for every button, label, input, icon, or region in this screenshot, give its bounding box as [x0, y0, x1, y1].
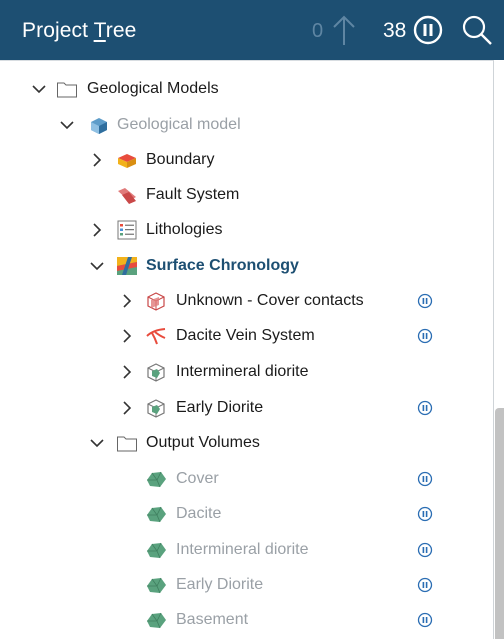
tree-item-label: Lithologies	[146, 221, 223, 238]
tree-row-dacite[interactable]: Dacite	[0, 499, 493, 529]
scrollbar-thumb[interactable]	[495, 408, 504, 639]
tree-row-fault-system[interactable]: Fault System	[0, 180, 493, 210]
chevron-right-icon[interactable]	[120, 401, 134, 415]
volume-icon	[147, 506, 166, 523]
tree-row-cover[interactable]: Cover	[0, 464, 493, 494]
upload-arrow-icon[interactable]	[331, 13, 357, 47]
fault-system-icon	[118, 188, 136, 204]
task-count: 38	[383, 19, 407, 42]
contact-surface-icon	[147, 292, 165, 311]
pause-icon[interactable]	[417, 542, 433, 558]
tree-row-dacite-vein-system[interactable]: Dacite Vein System	[0, 321, 493, 351]
folder-icon	[117, 436, 137, 452]
upload-count: 0	[312, 20, 324, 42]
chevron-right-icon[interactable]	[120, 294, 134, 308]
tree-item-label: Cover	[176, 470, 219, 487]
tree-row-basement[interactable]: Basement	[0, 605, 493, 635]
chevron-down-icon[interactable]	[32, 82, 46, 96]
tree-item-label: Boundary	[146, 151, 215, 168]
search-icon[interactable]	[460, 13, 494, 47]
intrusion-icon	[147, 363, 165, 382]
project-tree-header: Project Tree 0 38	[0, 0, 504, 60]
pause-icon[interactable]	[417, 506, 433, 522]
tree-row-output-volumes[interactable]: Output Volumes	[0, 428, 493, 458]
tree-row-surface-chronology[interactable]: Surface Chronology	[0, 251, 493, 281]
tree-item-label: Dacite	[176, 505, 222, 522]
tree-item-label: Intermineral diorite	[176, 541, 309, 558]
tree-row-lithologies[interactable]: Lithologies	[0, 215, 493, 245]
pause-icon[interactable]	[417, 400, 433, 416]
tree-item-label: Basement	[176, 611, 249, 628]
tree-item-label: Fault System	[146, 186, 240, 203]
tree-item-label: Intermineral diorite	[176, 363, 309, 380]
chevron-right-icon[interactable]	[90, 153, 104, 167]
tree-row-boundary[interactable]: Boundary	[0, 145, 493, 175]
tree-item-label: Early Diorite	[176, 399, 264, 416]
lithologies-list-icon	[117, 220, 137, 240]
chevron-right-icon[interactable]	[90, 223, 104, 237]
pause-icon[interactable]	[417, 612, 433, 628]
vein-system-icon	[146, 328, 166, 345]
tree-item-label: Surface Chronology	[146, 257, 299, 274]
volume-icon	[147, 542, 166, 559]
tree-item-label: Geological Models	[87, 80, 219, 97]
tree-row-intermineral-diorite[interactable]: Intermineral diorite	[0, 357, 493, 387]
tree-row-intermineral-diorite-volume[interactable]: Intermineral diorite	[0, 535, 493, 565]
tree-row-unknown-cover-contacts[interactable]: Unknown - Cover contacts	[0, 286, 493, 316]
volume-icon	[147, 471, 166, 488]
chevron-right-icon[interactable]	[120, 329, 134, 343]
intrusion-icon	[147, 399, 165, 418]
volume-icon	[147, 612, 166, 629]
pause-icon[interactable]	[417, 293, 433, 309]
pause-icon[interactable]	[417, 577, 433, 593]
pause-all-icon[interactable]	[413, 15, 443, 45]
volume-icon	[147, 577, 166, 594]
tree-row-early-diorite-volume[interactable]: Early Diorite	[0, 570, 493, 600]
tree-item-label: Dacite Vein System	[176, 327, 315, 344]
chevron-down-icon[interactable]	[90, 259, 104, 273]
geological-model-icon	[91, 118, 107, 134]
chevron-down-icon[interactable]	[90, 436, 104, 450]
chevron-right-icon[interactable]	[120, 365, 134, 379]
tree-row-geological-model[interactable]: Geological model	[0, 110, 493, 140]
chevron-down-icon[interactable]	[60, 118, 74, 132]
tree-item-label: Geological model	[117, 116, 241, 133]
pause-icon[interactable]	[417, 328, 433, 344]
tree-item-label: Unknown - Cover contacts	[176, 292, 364, 309]
panel-title: Project Tree	[22, 19, 137, 42]
folder-icon	[57, 82, 77, 98]
tree-item-label: Early Diorite	[176, 576, 264, 593]
boundary-icon	[118, 154, 136, 168]
tree-row-geological-models[interactable]: Geological Models	[0, 74, 493, 104]
tree-item-label: Output Volumes	[146, 434, 260, 451]
tree-row-early-diorite[interactable]: Early Diorite	[0, 393, 493, 423]
surface-chronology-icon	[117, 257, 137, 275]
pause-icon[interactable]	[417, 471, 433, 487]
